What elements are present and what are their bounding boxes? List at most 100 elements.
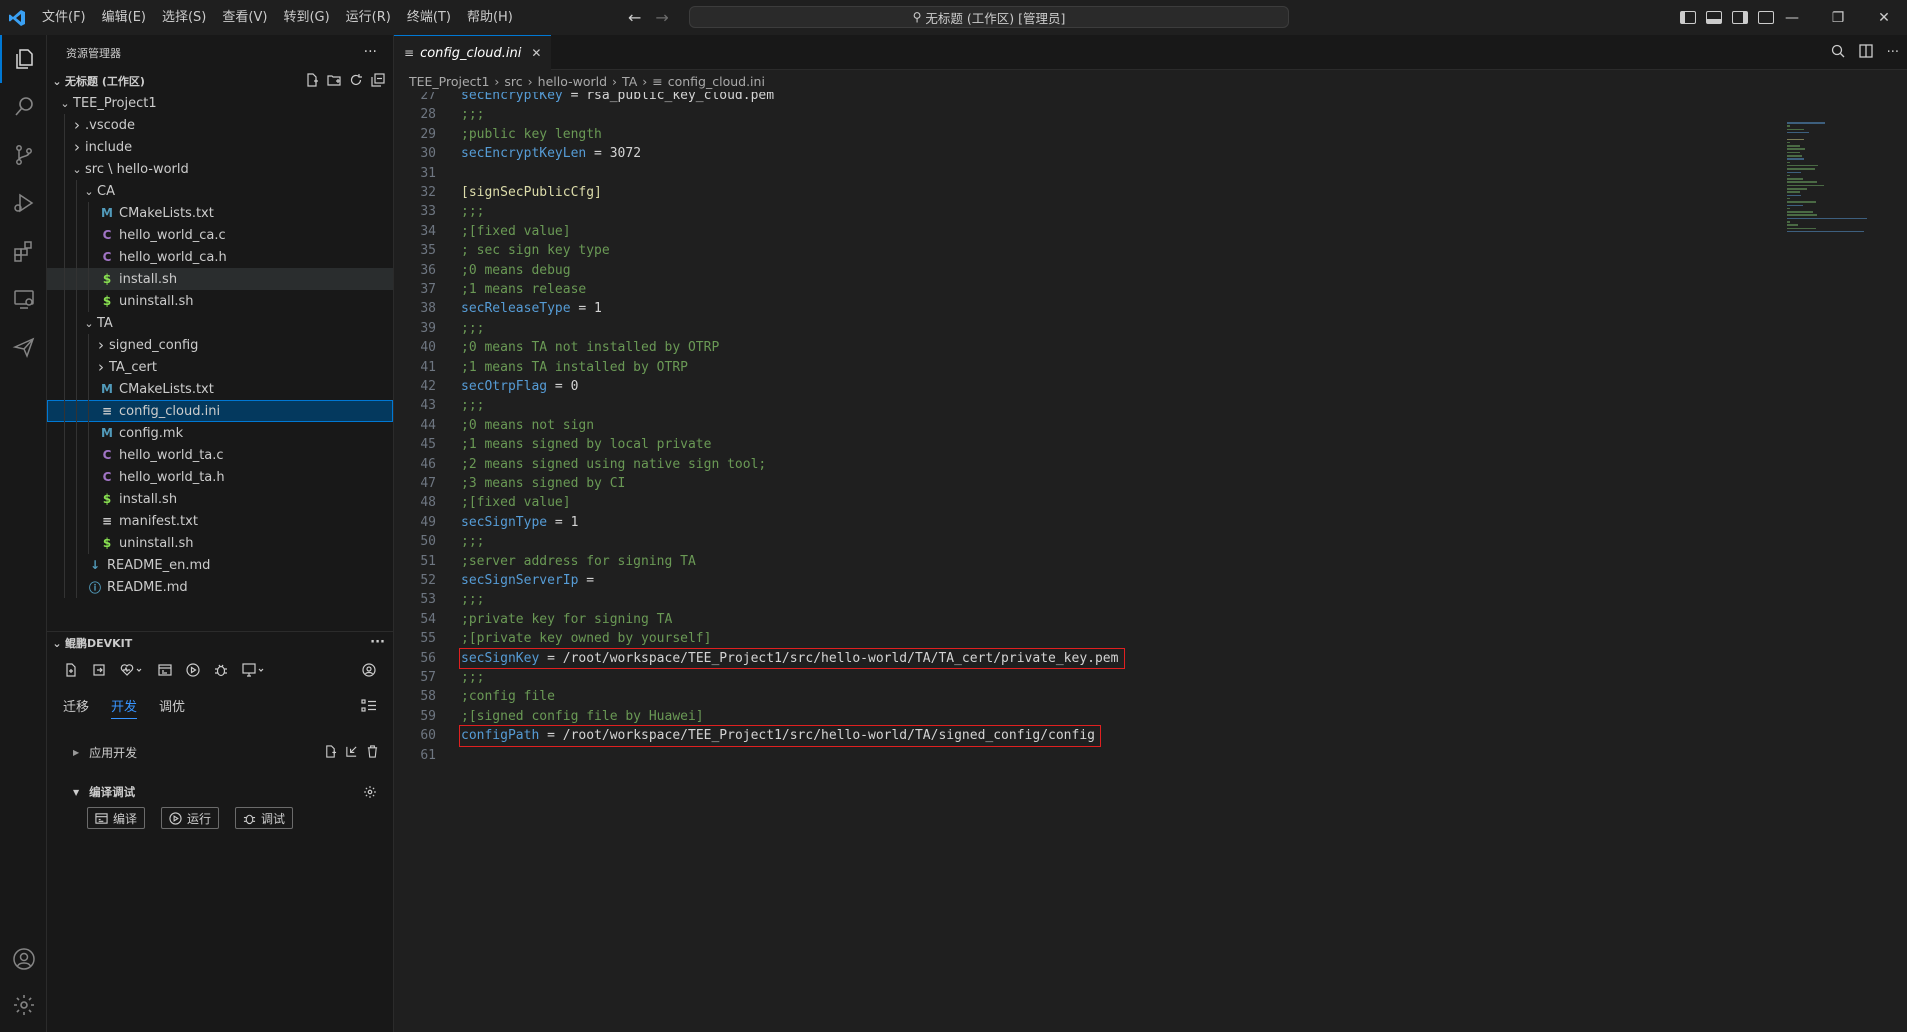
back-arrow-icon[interactable]: ← (628, 8, 641, 27)
menu-item[interactable]: 查看(V) (214, 0, 275, 35)
section-build-debug[interactable]: ▼ 编译调试 (47, 778, 393, 806)
tab-migrate[interactable]: 迁移 (63, 696, 89, 718)
minimize-icon[interactable]: — (1769, 0, 1815, 35)
toggle-secondary-sidebar-icon[interactable] (1732, 11, 1748, 24)
tree-file[interactable]: ≡ manifest.txt (47, 510, 393, 532)
forward-arrow-icon[interactable]: → (655, 8, 668, 27)
tree-file[interactable]: Mconfig.mk (47, 422, 393, 444)
tree-folder[interactable]: › TA_cert (47, 356, 393, 378)
remote-explorer-icon[interactable] (0, 275, 47, 323)
tree-file[interactable]: $ install.sh (47, 488, 393, 510)
run-icon[interactable] (185, 662, 201, 678)
tree-folder[interactable]: › include (47, 136, 393, 158)
tree-file[interactable]: ≡ config_cloud.ini (47, 400, 393, 422)
tree-folder[interactable]: ⌄ TA (47, 312, 393, 334)
tree-folder[interactable]: ⌄ src \ hello-world (47, 158, 393, 180)
minimap-line (1787, 211, 1813, 213)
breadcrumb-item[interactable]: TEE_Project1 (409, 74, 489, 89)
collapse-all-icon[interactable] (371, 73, 385, 87)
import-icon[interactable] (345, 745, 358, 761)
more-actions-icon[interactable]: ··· (364, 44, 377, 60)
workspace-header[interactable]: ⌄ 无标题 (工作区) (47, 70, 393, 92)
section-build-debug-label: 编译调试 (89, 785, 136, 799)
source-control-icon[interactable] (0, 131, 47, 179)
compile-button[interactable]: 编译 (87, 807, 146, 829)
tab-tune[interactable]: 调优 (159, 696, 185, 718)
debug-button[interactable]: 调试 (235, 807, 294, 829)
tree-folder[interactable]: ⌄ TEE_Project1 (47, 92, 393, 114)
split-editor-icon[interactable] (1858, 43, 1873, 62)
health-check-icon[interactable] (119, 662, 145, 678)
tree-file[interactable]: Chello_world_ca.c (47, 224, 393, 246)
tree-file[interactable]: M CMakeLists.txt (47, 378, 393, 400)
tree-item-label: install.sh (119, 271, 178, 287)
breadcrumb-item[interactable]: hello-world (538, 74, 607, 89)
run-button[interactable]: 运行 (161, 807, 220, 829)
restore-icon[interactable]: ❐ (1815, 0, 1861, 35)
breadcrumb-item[interactable]: TA (622, 74, 637, 89)
settings-gear-icon[interactable] (0, 981, 47, 1029)
line-number: 51 (420, 553, 436, 569)
remote-device-icon[interactable] (241, 662, 267, 678)
command-center[interactable]: ⚲ 无标题 (工作区) [管理员] (689, 6, 1289, 28)
menu-item[interactable]: 文件(F) (34, 0, 94, 35)
search-icon[interactable] (1831, 44, 1845, 62)
tree-file[interactable]: ↓ README_en.md (47, 554, 393, 576)
editor-tab-config-cloud[interactable]: ≡ config_cloud.ini ✕ (394, 35, 552, 70)
tree-folder[interactable]: › signed_config (47, 334, 393, 356)
account-icon[interactable] (0, 935, 47, 983)
delete-icon[interactable] (366, 745, 379, 761)
list-view-icon[interactable] (361, 699, 377, 720)
refresh-icon[interactable] (349, 73, 363, 87)
new-project-icon[interactable] (63, 662, 79, 678)
tree-file[interactable]: Chello_world_ca.h (47, 246, 393, 268)
tree-file[interactable]: $ uninstall.sh (47, 290, 393, 312)
tree-file[interactable]: $ install.sh (47, 268, 393, 290)
indent-guide (88, 422, 89, 444)
tree-file[interactable]: $ uninstall.sh (47, 532, 393, 554)
menu-item[interactable]: 帮助(H) (459, 0, 521, 35)
tab-develop[interactable]: 开发 (111, 696, 138, 719)
devkit-header[interactable]: ⌄ 鲲鹏DEVKIT ··· (47, 631, 393, 654)
tree-folder[interactable]: ⌄ CA (47, 180, 393, 202)
highlight-box (459, 647, 1125, 669)
section-app-develop[interactable]: ▶ 应用开发 (47, 738, 393, 766)
user-icon[interactable] (361, 662, 377, 678)
new-file-icon[interactable] (324, 745, 337, 761)
chevron-down-icon: ⌄ (52, 636, 62, 650)
code-editor[interactable]: 27 secEncryptKey = rsa_public_key_cloud.p… (394, 92, 1774, 1032)
extensions-icon[interactable] (0, 227, 47, 275)
toggle-panel-icon[interactable] (1706, 11, 1722, 24)
menu-item[interactable]: 终端(T) (399, 0, 459, 35)
menu-item[interactable]: 转到(G) (275, 0, 337, 35)
ini-comment: ; sec sign key type (461, 243, 610, 259)
breadcrumb-item[interactable]: config_cloud.ini (668, 74, 765, 89)
more-actions-icon[interactable]: ··· (370, 635, 385, 650)
new-file-icon[interactable] (305, 73, 319, 87)
close-icon[interactable]: ✕ (1861, 0, 1907, 35)
menu-item[interactable]: 运行(R) (338, 0, 399, 35)
menu-item[interactable]: 选择(S) (154, 0, 214, 35)
new-folder-icon[interactable] (327, 73, 341, 87)
debug-bug-icon[interactable] (213, 662, 229, 678)
tree-file[interactable]: M CMakeLists.txt (47, 202, 393, 224)
import-project-icon[interactable] (91, 662, 107, 678)
tree-folder[interactable]: › .vscode (47, 114, 393, 136)
close-tab-icon[interactable]: ✕ (531, 46, 541, 60)
menu-item[interactable]: 编辑(E) (94, 0, 154, 35)
settings-gear-icon[interactable] (363, 785, 377, 802)
indent-guide (76, 180, 77, 202)
explorer-icon[interactable] (0, 35, 47, 83)
toggle-sidebar-icon[interactable] (1680, 11, 1696, 24)
search-icon[interactable] (0, 83, 47, 131)
minimap-line (1787, 221, 1790, 223)
run-debug-icon[interactable] (0, 179, 47, 227)
tree-file[interactable]: Chello_world_ta.h (47, 466, 393, 488)
tree-file[interactable]: Chello_world_ta.c (47, 444, 393, 466)
minimap[interactable] (1787, 92, 1897, 242)
compile-icon[interactable] (157, 662, 173, 678)
more-actions-icon[interactable]: ··· (1887, 45, 1899, 60)
tree-file[interactable]: ⓘ README.md (47, 576, 393, 598)
kunpeng-devkit-icon[interactable] (0, 323, 47, 371)
breadcrumb-item[interactable]: src (504, 74, 522, 89)
